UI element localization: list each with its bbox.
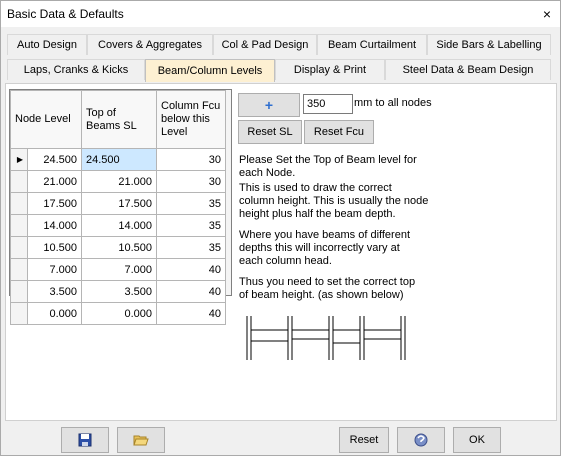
info-paragraph-4: Thus you need to set the correct top of …	[239, 276, 416, 301]
tab-row-1: Auto Design Covers & Aggregates Col & Pa…	[1, 32, 560, 56]
top-of-beams-cell[interactable]: 24.500	[81, 148, 157, 171]
plus-icon: +	[264, 97, 274, 113]
ok-button[interactable]: OK	[453, 427, 501, 453]
node-level-cell[interactable]: 3.500	[27, 280, 82, 303]
reset-fcu-button[interactable]: Reset Fcu	[304, 120, 374, 144]
amount-input[interactable]: 350	[303, 94, 353, 114]
reset-button[interactable]: Reset	[339, 427, 389, 453]
tab-covers-aggregates[interactable]: Covers & Aggregates	[87, 34, 213, 55]
table-row[interactable]: 17.500 17.500 35	[10, 192, 226, 215]
column-fcu-cell[interactable]: 40	[156, 280, 226, 303]
table-row[interactable]: 10.500 10.500 35	[10, 236, 226, 259]
tab-display-print[interactable]: Display & Print	[275, 59, 385, 80]
title-bar: Basic Data & Defaults ×	[1, 1, 560, 27]
node-level-cell[interactable]: 7.000	[27, 258, 82, 281]
header-top-of-beams: Top of Beams SL	[81, 90, 157, 149]
tab-beam-column-levels[interactable]: Beam/Column Levels	[145, 59, 275, 82]
node-level-cell[interactable]: 14.000	[27, 214, 82, 237]
table-row[interactable]: 0.000 0.000 40	[10, 302, 226, 325]
tab-laps-cranks-kicks[interactable]: Laps, Cranks & Kicks	[7, 59, 145, 80]
close-icon[interactable]: ×	[536, 5, 558, 23]
top-of-beams-cell[interactable]: 21.000	[81, 170, 157, 193]
help-button[interactable]	[397, 427, 445, 453]
levels-grid[interactable]: Node Level Top of Beams SL Column Fcu be…	[9, 89, 232, 325]
node-level-cell[interactable]: 0.000	[27, 302, 82, 325]
save-button[interactable]	[61, 427, 109, 453]
node-level-cell[interactable]: 17.500	[27, 192, 82, 215]
column-fcu-cell[interactable]: 30	[156, 148, 226, 171]
table-row[interactable]: 3.500 3.500 40	[10, 280, 226, 303]
tab-col-pad-design[interactable]: Col & Pad Design	[213, 34, 317, 55]
row-header[interactable]	[10, 302, 28, 325]
column-fcu-cell[interactable]: 35	[156, 214, 226, 237]
column-fcu-cell[interactable]: 35	[156, 236, 226, 259]
top-of-beams-cell[interactable]: 7.000	[81, 258, 157, 281]
row-header[interactable]	[10, 214, 28, 237]
reset-sl-button[interactable]: Reset SL	[238, 120, 302, 144]
info-paragraph-1: Please Set the Top of Beam level for eac…	[239, 154, 417, 179]
top-of-beams-cell[interactable]: 3.500	[81, 280, 157, 303]
node-level-cell[interactable]: 24.500	[27, 148, 82, 171]
column-fcu-cell[interactable]: 30	[156, 170, 226, 193]
tab-beam-curtailment[interactable]: Beam Curtailment	[317, 34, 427, 55]
tab-steel-data-beam-design[interactable]: Steel Data & Beam Design	[385, 59, 551, 80]
info-paragraph-2: This is used to draw the correct column …	[239, 182, 429, 220]
top-of-beams-cell[interactable]: 14.000	[81, 214, 157, 237]
table-row[interactable]: 7.000 7.000 40	[10, 258, 226, 281]
table-row[interactable]: 14.000 14.000 35	[10, 214, 226, 237]
top-of-beams-cell[interactable]: 0.000	[81, 302, 157, 325]
row-header[interactable]	[10, 192, 28, 215]
row-header[interactable]	[10, 258, 28, 281]
help-icon	[414, 433, 428, 447]
beam-diagram	[246, 316, 406, 360]
row-header[interactable]: ▶	[10, 148, 28, 171]
amount-suffix: mm to all nodes	[354, 97, 432, 109]
open-folder-icon	[133, 435, 149, 446]
node-level-cell[interactable]: 10.500	[27, 236, 82, 259]
window-title: Basic Data & Defaults	[7, 7, 124, 21]
row-header[interactable]	[10, 236, 28, 259]
tab-row-2: Laps, Cranks & Kicks Beam/Column Levels …	[1, 57, 560, 82]
top-of-beams-cell[interactable]: 10.500	[81, 236, 157, 259]
open-button[interactable]	[117, 427, 165, 453]
column-fcu-cell[interactable]: 35	[156, 192, 226, 215]
row-header[interactable]	[10, 170, 28, 193]
add-amount-button[interactable]: +	[238, 93, 300, 117]
tab-auto-design[interactable]: Auto Design	[7, 34, 87, 55]
node-level-cell[interactable]: 21.000	[27, 170, 82, 193]
top-of-beams-cell[interactable]: 17.500	[81, 192, 157, 215]
column-fcu-cell[interactable]: 40	[156, 302, 226, 325]
header-column-fcu: Column Fcu below this Level	[156, 90, 226, 149]
tab-panel: Node Level Top of Beams SL Column Fcu be…	[5, 83, 557, 421]
column-fcu-cell[interactable]: 40	[156, 258, 226, 281]
info-paragraph-3: Where you have beams of different depths…	[239, 229, 411, 267]
dialog-window: Basic Data & Defaults × Auto Design Cove…	[0, 0, 561, 456]
table-row[interactable]: ▶ 24.500 24.500 30	[10, 148, 226, 171]
table-row[interactable]: 21.000 21.000 30	[10, 170, 226, 193]
header-node-level: Node Level	[10, 90, 82, 149]
tab-side-bars-labelling[interactable]: Side Bars & Labelling	[427, 34, 551, 55]
row-header[interactable]	[10, 280, 28, 303]
floppy-disk-icon	[78, 433, 92, 447]
